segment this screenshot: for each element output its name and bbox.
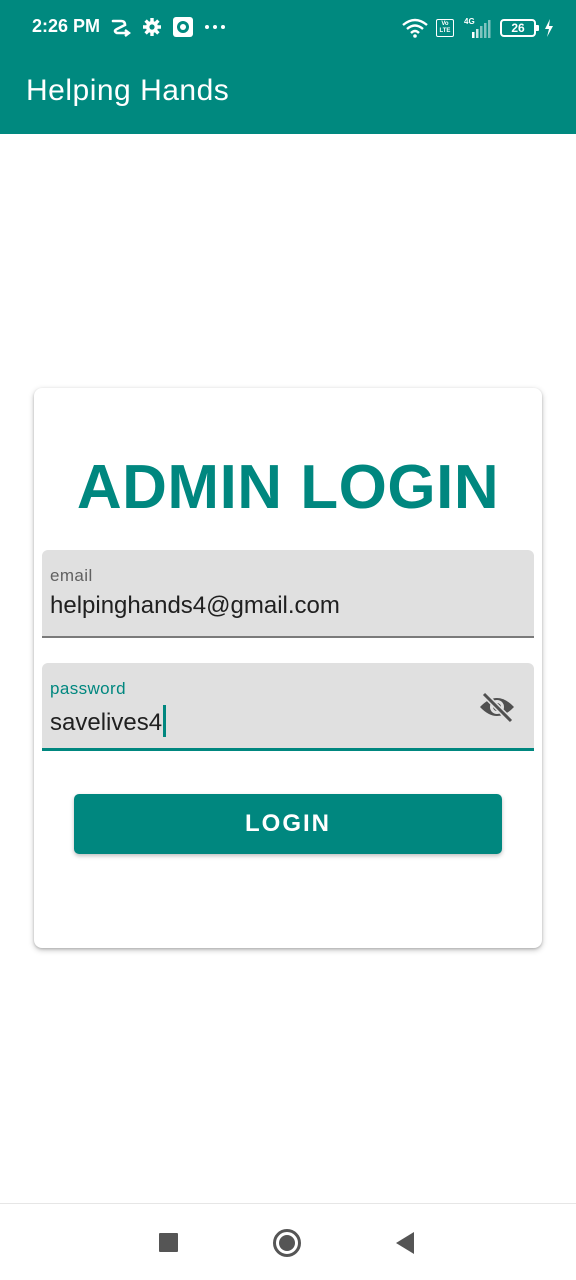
app-title: Helping Hands <box>26 74 230 107</box>
status-bar: 2:26 PM Vo LTE 4G 26 <box>0 0 576 56</box>
email-value[interactable]: helpinghands4@gmail.com <box>50 592 340 620</box>
signal-icon: 4G <box>462 17 492 39</box>
status-icons-left <box>110 16 226 38</box>
battery-icon: 26 <box>500 19 539 37</box>
email-label: email <box>50 566 93 585</box>
status-time: 2:26 PM <box>32 16 101 36</box>
recents-icon[interactable] <box>159 1233 178 1252</box>
visibility-off-icon[interactable] <box>478 691 516 724</box>
text-cursor <box>163 705 167 737</box>
network-type-label: 4G <box>464 17 475 26</box>
gear-icon <box>142 17 162 37</box>
route-icon <box>110 17 132 37</box>
wifi-icon <box>402 18 428 38</box>
login-card: ADMIN LOGIN email helpinghands4@gmail.co… <box>34 388 542 948</box>
login-button[interactable]: LOGIN <box>74 794 502 854</box>
password-label: password <box>50 679 126 698</box>
admin-login-title: ADMIN LOGIN <box>76 453 500 522</box>
nav-bar <box>0 1203 576 1280</box>
more-dots-icon <box>204 24 226 30</box>
volte-icon: Vo LTE <box>436 19 454 37</box>
password-field[interactable]: password savelives4 <box>42 663 534 751</box>
app-bar: Helping Hands <box>0 56 576 134</box>
record-icon <box>172 16 194 38</box>
home-icon[interactable] <box>273 1229 301 1257</box>
email-field[interactable]: email helpinghands4@gmail.com <box>42 550 534 638</box>
password-value: savelives4 <box>50 709 163 736</box>
back-icon[interactable] <box>396 1232 414 1254</box>
status-icons-right: Vo LTE 4G 26 <box>402 14 554 42</box>
charging-icon <box>544 19 554 37</box>
password-input[interactable]: savelives4 <box>50 705 167 737</box>
